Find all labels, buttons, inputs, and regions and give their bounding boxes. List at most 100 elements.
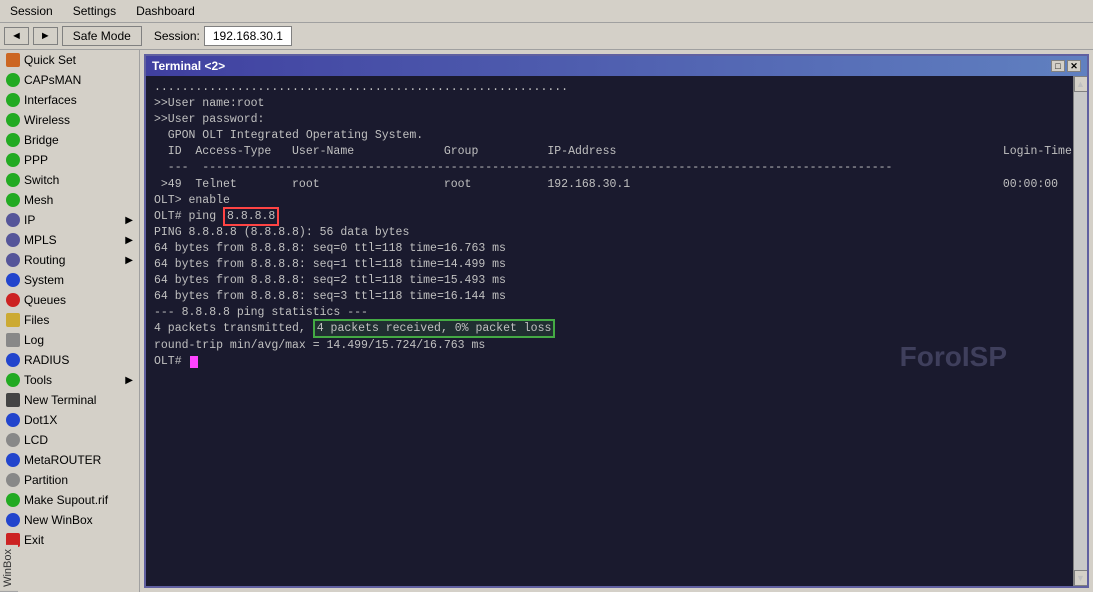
back-button[interactable]: ◄ [4,27,29,45]
lcd-icon [6,433,20,447]
sidebar-item-bridge[interactable]: Bridge [0,130,139,150]
ip-arrow: ▶ [125,215,133,226]
mpls-arrow: ▶ [125,235,133,246]
sidebar-item-metarouter[interactable]: MetaROUTER [0,450,139,470]
sidebar-item-wireless[interactable]: Wireless [0,110,139,130]
metarouter-icon [6,453,20,467]
sidebar-item-ip[interactable]: IP ▶ [0,210,139,230]
terminal-minimize-button[interactable]: □ [1051,60,1065,72]
terminal-titlebar: Terminal <2> □ ✕ [146,56,1087,76]
quick-set-label: Quick Set [24,53,76,67]
mesh-icon [6,193,20,207]
terminal-line: --- 8.8.8.8 ping statistics --- [154,305,1065,321]
sidebar-item-exit[interactable]: Exit [0,530,139,550]
sidebar-item-routing[interactable]: Routing▶ [0,250,139,270]
sidebar-item-tools[interactable]: Tools▶ [0,370,139,390]
system-label: System [24,273,64,287]
sidebar: Quick Set CAPsMANInterfaces Wireless Bridge… [0,50,140,592]
switch-icon [6,173,20,187]
menu-dashboard[interactable]: Dashboard [130,2,201,20]
session-value: 192.168.30.1 [204,26,292,46]
sidebar-item-switch[interactable]: Switch [0,170,139,190]
quick-set-icon [6,53,20,67]
terminal-title: Terminal <2> [152,59,225,73]
sidebar-item-queues[interactable]: Queues [0,290,139,310]
scrollbar-track[interactable] [1074,92,1087,570]
interfaces-icon [6,93,20,107]
log-label: Log [24,333,44,347]
dot1x-label: Dot1X [24,413,57,427]
switch-label: Switch [24,173,59,187]
menu-settings[interactable]: Settings [67,2,122,20]
safe-mode-button[interactable]: Safe Mode [62,26,142,46]
new-winbox-label: New WinBox [24,513,93,527]
ip-icon [6,213,20,227]
packets-highlight: 4 packets received, 0% packet loss [313,319,556,338]
terminal-scrollbar: ▲ ▼ [1073,76,1087,586]
sidebar-item-quick-set[interactable]: Quick Set [0,50,139,70]
terminal-line: >>User password: [154,112,1065,128]
radius-label: RADIUS [24,353,69,367]
session-label: Session: [154,29,200,43]
ping-ip-highlight: 8.8.8.8 [223,207,279,226]
terminal-close-button[interactable]: ✕ [1067,60,1081,72]
new-winbox-icon [6,513,20,527]
terminal-line: ID Access-Type User-Name Group IP-Addres… [154,144,1065,160]
wireless-icon [6,113,20,127]
ip-label: IP [24,213,35,227]
sidebar-item-partition[interactable]: Partition [0,470,139,490]
main-layout: Quick Set CAPsMANInterfaces Wireless Bridge… [0,50,1093,592]
terminal-line: 64 bytes from 8.8.8.8: seq=0 ttl=118 tim… [154,241,1065,257]
terminal-line: 64 bytes from 8.8.8.8: seq=2 ttl=118 tim… [154,273,1065,289]
terminal-line: 64 bytes from 8.8.8.8: seq=1 ttl=118 tim… [154,257,1065,273]
sidebar-item-radius[interactable]: RADIUS [0,350,139,370]
sidebar-item-mesh[interactable]: Mesh [0,190,139,210]
sidebar-item-system[interactable]: System [0,270,139,290]
menu-bar: Session Settings Dashboard [0,0,1093,23]
sidebar-item-dot1x[interactable]: Dot1X [0,410,139,430]
exit-label: Exit [24,533,44,547]
sidebar-item-new-winbox[interactable]: New WinBox [0,510,139,530]
menu-session[interactable]: Session [4,2,59,20]
terminal-window: Terminal <2> □ ✕ .......................… [144,54,1089,588]
scroll-up-button[interactable]: ▲ [1074,76,1088,92]
terminal-line: >49 Telnet root root 192.168.30.1 00:00:… [154,177,1065,193]
queues-icon [6,293,20,307]
sidebar-item-interfaces[interactable]: Interfaces [0,90,139,110]
new-terminal-icon [6,393,20,407]
terminal-line: OLT> enable [154,193,1065,209]
sidebar-item-lcd[interactable]: LCD [0,430,139,450]
forward-button[interactable]: ► [33,27,58,45]
toolbar: ◄ ► Safe Mode Session: 192.168.30.1 [0,23,1093,50]
queues-label: Queues [24,293,66,307]
wireless-label: Wireless [24,113,70,127]
make-supout-label: Make Supout.rif [24,493,108,507]
sidebar-item-new-terminal[interactable]: New Terminal [0,390,139,410]
sidebar-item-files[interactable]: Files [0,310,139,330]
terminal-line: round-trip min/avg/max = 14.499/15.724/1… [154,338,1065,354]
scroll-down-button[interactable]: ▼ [1074,570,1088,586]
dot1x-icon [6,413,20,427]
routing-arrow: ▶ [125,255,133,266]
winbox-label: WinBox [0,545,18,592]
sidebar-item-make-supout[interactable]: Make Supout.rif [0,490,139,510]
ppp-label: PPP [24,153,48,167]
terminal-ping-line: OLT# ping 8.8.8.8 [154,209,1065,225]
content-area: Terminal <2> □ ✕ .......................… [140,50,1093,592]
terminal-body: ........................................… [146,76,1087,586]
routing-icon [6,253,20,267]
tools-icon [6,373,20,387]
mpls-label: MPLS [24,233,57,247]
terminal-line: PING 8.8.8.8 (8.8.8.8): 56 data bytes [154,225,1065,241]
tools-arrow: ▶ [125,375,133,386]
terminal-dots: ........................................… [154,80,1065,96]
lcd-label: LCD [24,433,48,447]
sidebar-item-log[interactable]: Log [0,330,139,350]
files-icon [6,313,20,327]
sidebar-item-mpls[interactable]: MPLS ▶ [0,230,139,250]
sidebar-item-capsman[interactable]: CAPsMAN [0,70,139,90]
partition-label: Partition [24,473,68,487]
terminal-scroll[interactable]: ........................................… [146,76,1073,586]
terminal-line: >>User name:root [154,96,1065,112]
sidebar-item-ppp[interactable]: PPP [0,150,139,170]
